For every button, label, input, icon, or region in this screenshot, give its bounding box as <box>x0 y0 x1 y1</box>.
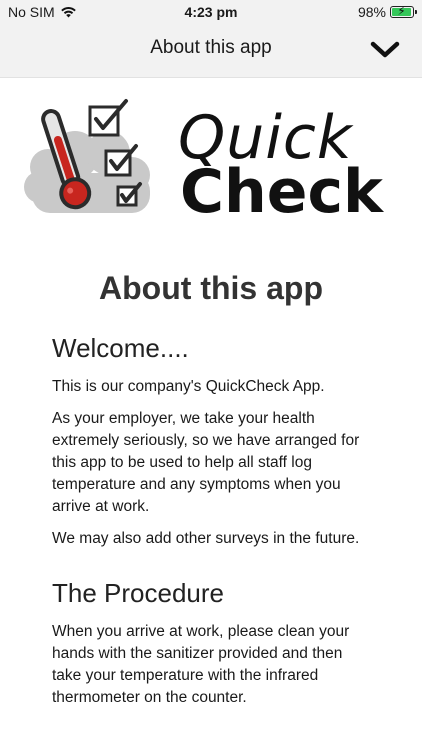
nav-bar: About this app <box>0 24 422 78</box>
logo-word-check: Check <box>180 157 383 227</box>
welcome-paragraph: We may also add other surveys in the fut… <box>52 530 360 547</box>
chevron-down-icon[interactable] <box>370 38 400 62</box>
section-heading-procedure: The Procedure <box>52 578 224 608</box>
status-right: 98% ⚡ <box>357 4 417 20</box>
about-content: About this app Welcome.... This is our c… <box>52 270 372 709</box>
procedure-paragraph: When you arrive at work, please clean yo… <box>52 623 350 706</box>
nav-title: About this app <box>150 37 272 58</box>
bolt-icon: ⚡ <box>397 4 406 18</box>
app-logo: Quick Check <box>20 95 400 227</box>
status-bar: No SIM 4:23 pm 98% ⚡ <box>0 0 422 24</box>
battery-percent: 98% <box>357 4 386 20</box>
thermometer-checklist-icon <box>24 99 150 213</box>
page-title: About this app <box>99 270 323 306</box>
welcome-paragraph: This is our company's QuickCheck App. <box>52 378 325 395</box>
battery-icon: ⚡ <box>390 4 417 18</box>
welcome-paragraph: As your employer, we take your health ex… <box>52 410 360 515</box>
section-heading-welcome: Welcome.... <box>52 333 189 363</box>
